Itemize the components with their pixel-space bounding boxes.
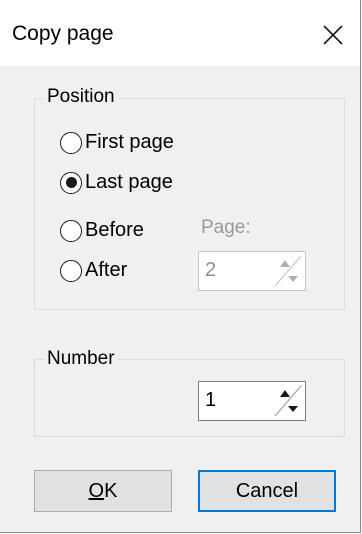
page-spinner-value: 2 — [205, 259, 217, 281]
radio-first-page-label: First page — [85, 131, 174, 153]
number-spinner[interactable]: 1 — [198, 381, 306, 421]
radio-first-page[interactable]: First page — [60, 131, 174, 154]
radio-last-page-label: Last page — [85, 171, 173, 193]
radio-first-page-circle — [60, 131, 82, 154]
radio-after[interactable]: After — [60, 259, 127, 282]
spin-arrows-icon[interactable] — [273, 384, 303, 418]
radio-selected-dot — [65, 177, 77, 188]
number-group-label: Number — [44, 348, 118, 370]
radio-after-label: After — [85, 259, 128, 281]
page-label: Page: — [201, 217, 251, 238]
ok-mnemonic: O — [88, 479, 105, 502]
copy-page-dialog: Copy page Position First page Last page … — [0, 0, 361, 533]
spin-arrows-icon[interactable] — [273, 254, 303, 288]
radio-after-circle — [60, 259, 82, 282]
radio-before[interactable]: Before — [60, 219, 144, 242]
dialog-title: Copy page — [12, 22, 114, 45]
title-bar: Copy page — [0, 0, 360, 66]
radio-before-circle — [60, 219, 82, 242]
number-spinner-value: 1 — [205, 389, 217, 411]
close-icon — [323, 25, 343, 45]
radio-last-page-circle — [60, 171, 82, 194]
close-button[interactable] — [310, 12, 356, 58]
ok-rest: K — [104, 479, 118, 502]
cancel-button[interactable]: Cancel — [198, 470, 336, 512]
page-spinner[interactable]: 2 — [198, 251, 306, 291]
radio-before-label: Before — [85, 219, 144, 241]
cancel-label: Cancel — [235, 479, 299, 502]
position-group-label: Position — [44, 86, 118, 108]
radio-last-page[interactable]: Last page — [60, 171, 173, 194]
ok-button[interactable]: OK — [34, 470, 172, 512]
